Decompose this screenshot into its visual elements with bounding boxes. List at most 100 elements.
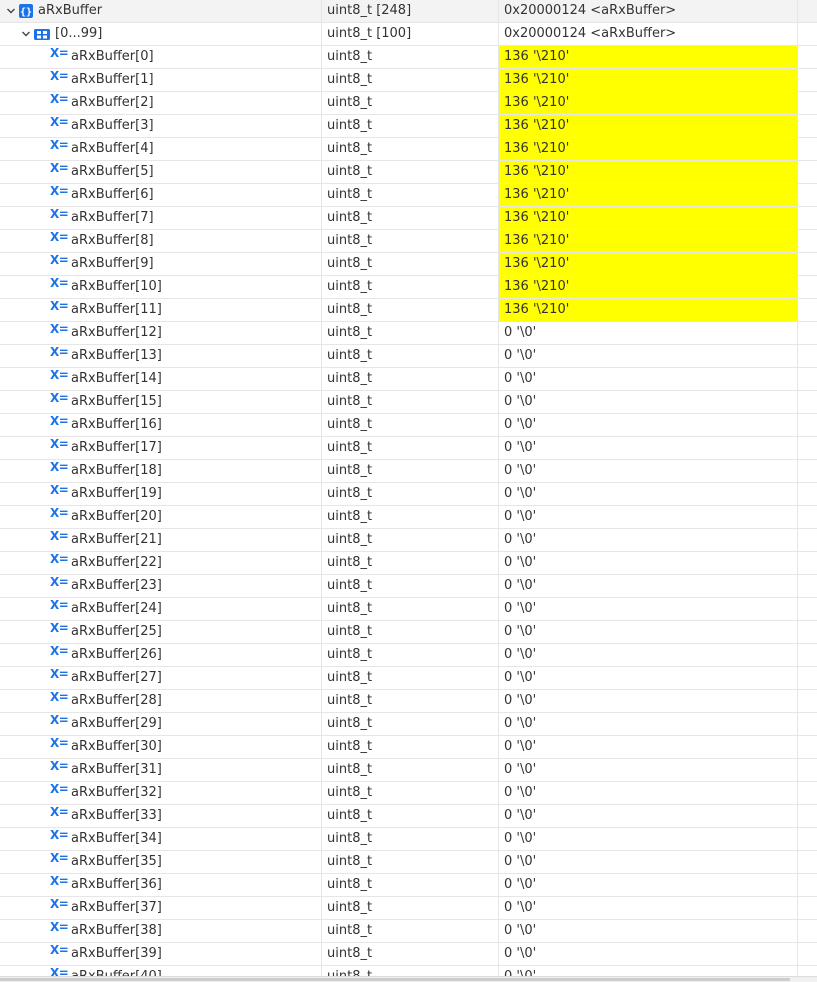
element-value: 0 '\0' xyxy=(504,762,537,777)
table-row[interactable]: X= aRxBuffer[25] uint8_t 0 '\0' xyxy=(0,621,817,644)
table-row[interactable]: X= aRxBuffer[17] uint8_t 0 '\0' xyxy=(0,437,817,460)
element-value: 0 '\0' xyxy=(504,371,537,386)
element-name: aRxBuffer[5] xyxy=(71,164,154,179)
table-row[interactable]: X= aRxBuffer[10] uint8_t 136 '\210' xyxy=(0,276,817,299)
element-name: aRxBuffer[40] xyxy=(71,966,162,976)
element-value: 0 '\0' xyxy=(504,900,537,915)
table-row[interactable]: X= aRxBuffer[11] uint8_t 136 '\210' xyxy=(0,299,817,322)
element-type: uint8_t xyxy=(327,348,373,363)
table-row[interactable]: X= aRxBuffer[2] uint8_t 136 '\210' xyxy=(0,92,817,115)
element-value: 136 '\210' xyxy=(499,69,797,91)
table-row[interactable]: X= aRxBuffer[30] uint8_t 0 '\0' xyxy=(0,736,817,759)
table-row[interactable]: X= aRxBuffer[13] uint8_t 0 '\0' xyxy=(0,345,817,368)
element-value: 0 '\0' xyxy=(504,854,537,869)
element-value: 0 '\0' xyxy=(504,716,537,731)
element-value: 0 '\0' xyxy=(504,946,537,961)
element-name: aRxBuffer[15] xyxy=(71,394,162,409)
table-row[interactable]: X= aRxBuffer[8] uint8_t 136 '\210' xyxy=(0,230,817,253)
table-row[interactable]: X= aRxBuffer[28] uint8_t 0 '\0' xyxy=(0,690,817,713)
table-row[interactable]: X= aRxBuffer[26] uint8_t 0 '\0' xyxy=(0,644,817,667)
element-name: aRxBuffer[21] xyxy=(71,532,162,547)
table-row[interactable]: X= aRxBuffer[27] uint8_t 0 '\0' xyxy=(0,667,817,690)
element-type: uint8_t xyxy=(327,394,373,409)
table-row[interactable]: X= aRxBuffer[12] uint8_t 0 '\0' xyxy=(0,322,817,345)
range-value: 0x20000124 <aRxBuffer> xyxy=(504,26,677,41)
element-value: 0 '\0' xyxy=(504,693,537,708)
tree-row-range[interactable]: [0...99] uint8_t [100] 0x20000124 <aRxBu… xyxy=(0,23,817,46)
table-row[interactable]: X= aRxBuffer[36] uint8_t 0 '\0' xyxy=(0,874,817,897)
element-name: aRxBuffer[22] xyxy=(71,555,162,570)
table-row[interactable]: X= aRxBuffer[7] uint8_t 136 '\210' xyxy=(0,207,817,230)
element-name: aRxBuffer[3] xyxy=(71,118,154,133)
horizontal-scrollbar[interactable] xyxy=(0,976,817,982)
table-row[interactable]: X= aRxBuffer[0] uint8_t 136 '\210' xyxy=(0,46,817,69)
table-row[interactable]: X= aRxBuffer[33] uint8_t 0 '\0' xyxy=(0,805,817,828)
table-row[interactable]: X= aRxBuffer[21] uint8_t 0 '\0' xyxy=(0,529,817,552)
element-value: 136 '\210' xyxy=(499,276,797,298)
element-type: uint8_t xyxy=(327,463,373,478)
element-name: aRxBuffer[16] xyxy=(71,417,162,432)
element-name: aRxBuffer[27] xyxy=(71,670,162,685)
element-type: uint8_t xyxy=(327,693,373,708)
element-type: uint8_t xyxy=(327,440,373,455)
element-value: 0 '\0' xyxy=(504,532,537,547)
element-type: uint8_t xyxy=(327,371,373,386)
element-value: 0 '\0' xyxy=(504,647,537,662)
element-type: uint8_t xyxy=(327,900,373,915)
element-value: 0 '\0' xyxy=(504,877,537,892)
element-value: 136 '\210' xyxy=(499,115,797,137)
element-name: aRxBuffer[31] xyxy=(71,762,162,777)
table-row[interactable]: X= aRxBuffer[1] uint8_t 136 '\210' xyxy=(0,69,817,92)
table-row[interactable]: X= aRxBuffer[38] uint8_t 0 '\0' xyxy=(0,920,817,943)
element-value: 0 '\0' xyxy=(504,509,537,524)
tree-row-root[interactable]: {} aRxBuffer uint8_t [248] 0x20000124 <a… xyxy=(0,0,817,23)
element-value: 0 '\0' xyxy=(504,601,537,616)
element-value: 0 '\0' xyxy=(499,966,797,976)
table-row[interactable]: X= aRxBuffer[23] uint8_t 0 '\0' xyxy=(0,575,817,598)
table-row[interactable]: X= aRxBuffer[29] uint8_t 0 '\0' xyxy=(0,713,817,736)
table-row[interactable]: X= aRxBuffer[16] uint8_t 0 '\0' xyxy=(0,414,817,437)
element-name: aRxBuffer[8] xyxy=(71,233,154,248)
table-row[interactable]: X= aRxBuffer[24] uint8_t 0 '\0' xyxy=(0,598,817,621)
element-type: uint8_t xyxy=(327,302,373,317)
element-value: 0 '\0' xyxy=(504,463,537,478)
table-row[interactable]: X= aRxBuffer[9] uint8_t 136 '\210' xyxy=(0,253,817,276)
table-row[interactable]: X= aRxBuffer[4] uint8_t 136 '\210' xyxy=(0,138,817,161)
element-name: aRxBuffer[39] xyxy=(71,946,162,961)
element-value: 136 '\210' xyxy=(499,253,797,275)
table-row[interactable]: X= aRxBuffer[3] uint8_t 136 '\210' xyxy=(0,115,817,138)
element-name: aRxBuffer[35] xyxy=(71,854,162,869)
table-row[interactable]: X= aRxBuffer[6] uint8_t 136 '\210' xyxy=(0,184,817,207)
table-row[interactable]: X= aRxBuffer[22] uint8_t 0 '\0' xyxy=(0,552,817,575)
table-row[interactable]: X= aRxBuffer[20] uint8_t 0 '\0' xyxy=(0,506,817,529)
element-name: aRxBuffer[6] xyxy=(71,187,154,202)
element-name: aRxBuffer[17] xyxy=(71,440,162,455)
element-value: 0 '\0' xyxy=(504,808,537,823)
element-name: aRxBuffer[23] xyxy=(71,578,162,593)
table-row[interactable]: X= aRxBuffer[32] uint8_t 0 '\0' xyxy=(0,782,817,805)
element-name: aRxBuffer[2] xyxy=(71,95,154,110)
table-row[interactable]: X= aRxBuffer[35] uint8_t 0 '\0' xyxy=(0,851,817,874)
table-row[interactable]: X= aRxBuffer[5] uint8_t 136 '\210' xyxy=(0,161,817,184)
table-row[interactable]: X= aRxBuffer[39] uint8_t 0 '\0' xyxy=(0,943,817,966)
element-type: uint8_t xyxy=(327,417,373,432)
element-type: uint8_t xyxy=(327,831,373,846)
table-row[interactable]: X= aRxBuffer[14] uint8_t 0 '\0' xyxy=(0,368,817,391)
element-value: 0 '\0' xyxy=(504,325,537,340)
table-row[interactable]: X= aRxBuffer[37] uint8_t 0 '\0' xyxy=(0,897,817,920)
element-name: aRxBuffer[0] xyxy=(71,49,154,64)
table-row[interactable]: X= aRxBuffer[19] uint8_t 0 '\0' xyxy=(0,483,817,506)
element-value: 136 '\210' xyxy=(499,299,797,321)
table-row[interactable]: X= aRxBuffer[34] uint8_t 0 '\0' xyxy=(0,828,817,851)
table-row[interactable]: X= aRxBuffer[18] uint8_t 0 '\0' xyxy=(0,460,817,483)
table-row[interactable]: X=aRxBuffer[40]uint8_t0 '\0' xyxy=(0,966,817,976)
table-row[interactable]: X= aRxBuffer[31] uint8_t 0 '\0' xyxy=(0,759,817,782)
element-value: 0 '\0' xyxy=(504,785,537,800)
element-type: uint8_t xyxy=(327,923,373,938)
table-row[interactable]: X= aRxBuffer[15] uint8_t 0 '\0' xyxy=(0,391,817,414)
element-value: 0 '\0' xyxy=(504,486,537,501)
element-name: aRxBuffer[11] xyxy=(71,302,162,317)
element-name: aRxBuffer[34] xyxy=(71,831,162,846)
element-type: uint8_t xyxy=(327,118,373,133)
element-type: uint8_t xyxy=(327,739,373,754)
